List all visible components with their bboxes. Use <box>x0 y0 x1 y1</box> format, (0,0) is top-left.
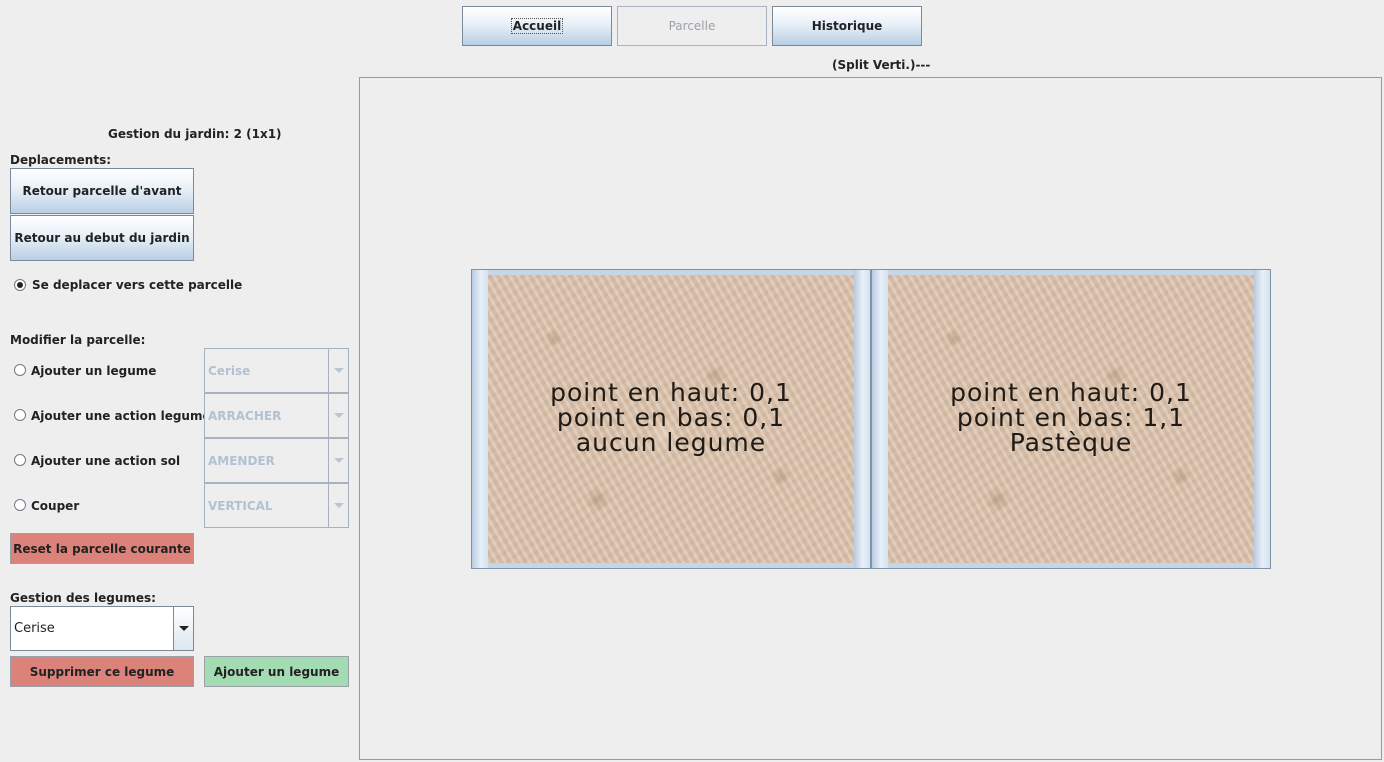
grid-divider <box>870 270 872 568</box>
grid-frame-mid2 <box>872 270 888 568</box>
legume-text: Pastèque <box>1009 428 1133 457</box>
reset-parcelle-button[interactable]: Reset la parcelle courante <box>10 533 194 564</box>
couper-radio[interactable] <box>14 499 26 511</box>
action-legume-radio[interactable] <box>14 409 26 421</box>
grid-frame-mid <box>854 270 870 568</box>
accueil-button[interactable]: Accueil <box>462 6 612 46</box>
chevron-down-icon <box>328 394 348 437</box>
point-bas-text: point en bas: 1,1 <box>956 403 1186 432</box>
retour-debut-jardin-label: Retour au debut du jardin <box>14 231 190 245</box>
legume-select[interactable]: Cerise <box>204 348 349 393</box>
point-bas-text: point en bas: 0,1 <box>556 403 786 432</box>
modifier-parcelle-label: Modifier la parcelle: <box>10 333 146 347</box>
parcelle-tile[interactable]: point en haut: 0,1 point en bas: 0,1 auc… <box>488 275 854 563</box>
deplacements-label: Deplacements: <box>10 153 112 167</box>
action-sol-select-value: AMENDER <box>208 453 275 468</box>
parcelle-info: point en haut: 0,1 point en bas: 0,1 auc… <box>488 380 854 455</box>
parcelle-button[interactable]: Parcelle <box>617 6 767 46</box>
action-legume-select[interactable]: ARRACHER <box>204 393 349 438</box>
action-sol-label: Ajouter une action sol <box>31 454 181 468</box>
ajouter-legume-radio[interactable] <box>14 364 26 376</box>
retour-debut-jardin-button[interactable]: Retour au debut du jardin <box>10 215 194 261</box>
retour-parcelle-avant-label: Retour parcelle d'avant <box>22 184 182 198</box>
legume-text: aucun legume <box>575 428 767 457</box>
retour-parcelle-avant-button[interactable]: Retour parcelle d'avant <box>10 168 194 214</box>
chevron-down-icon <box>173 607 193 650</box>
chevron-down-icon <box>328 484 348 527</box>
se-deplacer-label: Se deplacer vers cette parcelle <box>32 278 243 292</box>
se-deplacer-radio[interactable] <box>14 279 26 291</box>
parcelle-tile[interactable]: point en haut: 0,1 point en bas: 1,1 Pas… <box>888 275 1254 563</box>
grid-frame-left <box>472 270 488 568</box>
legume-gestion-value: Cerise <box>14 621 55 636</box>
split-label: (Split Verti.)--- <box>832 58 931 72</box>
legume-gestion-select[interactable]: Cerise <box>10 606 194 651</box>
supprimer-legume-label: Supprimer ce legume <box>29 664 175 679</box>
supprimer-legume-button[interactable]: Supprimer ce legume <box>10 656 194 687</box>
action-sol-select[interactable]: AMENDER <box>204 438 349 483</box>
chevron-down-icon <box>328 439 348 482</box>
couper-label: Couper <box>31 499 80 513</box>
chevron-down-icon <box>328 349 348 392</box>
accueil-label: Accueil <box>510 18 564 34</box>
grid-frame-right <box>1254 270 1270 568</box>
ajouter-legume-button[interactable]: Ajouter un legume <box>204 656 349 687</box>
couper-select[interactable]: VERTICAL <box>204 483 349 528</box>
legume-select-value: Cerise <box>208 363 251 378</box>
action-legume-label: Ajouter une action legume <box>31 409 211 423</box>
parcelle-info: point en haut: 0,1 point en bas: 1,1 Pas… <box>888 380 1254 455</box>
historique-label: Historique <box>811 19 883 33</box>
action-legume-select-value: ARRACHER <box>208 408 282 423</box>
historique-button[interactable]: Historique <box>772 6 922 46</box>
point-haut-text: point en haut: 0,1 <box>550 378 792 407</box>
ajouter-legume-label: Ajouter un legume <box>31 364 157 378</box>
couper-select-value: VERTICAL <box>208 498 273 513</box>
gestion-legumes-label: Gestion des legumes: <box>10 591 156 605</box>
gestion-jardin-title: Gestion du jardin: 2 (1x1) <box>108 127 282 141</box>
action-sol-radio[interactable] <box>14 454 26 466</box>
point-haut-text: point en haut: 0,1 <box>950 378 1192 407</box>
reset-parcelle-label: Reset la parcelle courante <box>13 541 191 556</box>
parcelle-label: Parcelle <box>668 19 716 33</box>
ajouter-legume-button-label: Ajouter un legume <box>213 664 340 679</box>
